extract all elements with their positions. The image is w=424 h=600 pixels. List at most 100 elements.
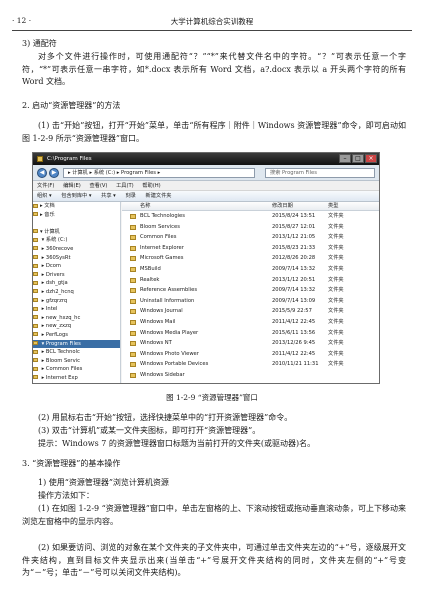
folder-icon: [130, 214, 136, 219]
folder-icon: [33, 280, 38, 285]
maximize-button[interactable]: □: [352, 154, 364, 163]
book-title: 大学计算机综合实训教程: [170, 17, 254, 26]
window-title: C:\Program Files: [47, 156, 92, 162]
wildcard-paragraph: 对多个文件进行操作时，可使用通配符“？”“*”来代替文件名中的字符。“？”可表示…: [22, 52, 406, 87]
include-in-library-button[interactable]: 包含到库中 ▾: [61, 193, 91, 199]
address-row: ◀ ▶ ▸ 计算机 ▸ 系统 (C:) ▸ Program Files ▸ 搜索…: [33, 165, 379, 181]
folder-icon: [33, 203, 38, 208]
after-note: 提示：Windows 7 的资源管理器窗口标题为当前打开的文件夹(或驱动器)名。: [38, 439, 316, 448]
nav-item[interactable]: ▸ Internet Exp: [33, 374, 120, 383]
file-row[interactable]: Windows Journal 2015/5/9 22:57 文件夹: [122, 306, 379, 317]
folder-icon: [130, 362, 136, 368]
nav-item-drive-c[interactable]: ▾ 系统 (C:): [33, 236, 120, 245]
nav-item[interactable]: ▸ 360recove: [33, 245, 120, 254]
file-row[interactable]: Reference Assemblies 2009/7/14 13:32 文件夹: [122, 285, 379, 296]
file-row[interactable]: Common Files 2013/1/12 21:05 文件夹: [122, 232, 379, 243]
nav-item-computer[interactable]: ▾ 计算机: [33, 228, 120, 237]
nav-item[interactable]: ▸ Common Files: [33, 365, 120, 374]
nav-item[interactable]: ▸ Drivers: [33, 271, 120, 280]
column-type[interactable]: 类型: [328, 202, 338, 211]
file-row[interactable]: MSBuild 2009/7/14 13:32 文件夹: [122, 264, 379, 275]
wildcard-heading: 3) 通配符: [22, 39, 57, 48]
address-bar[interactable]: ▸ 计算机 ▸ 系统 (C:) ▸ Program Files ▸: [63, 168, 255, 178]
nav-item[interactable]: ▸ dzh2_hcnq: [33, 288, 120, 297]
file-row[interactable]: Windows Photo Viewer 2011/4/12 22:45 文件夹: [122, 349, 379, 360]
folder-icon: [33, 341, 38, 345]
file-row[interactable]: Windows Sidebar: [122, 370, 379, 381]
menu-tools[interactable]: 工具(T): [116, 183, 134, 189]
nav-item[interactable]: ▸ Dcom: [33, 262, 120, 271]
folder-icon: [130, 245, 136, 251]
nav-item[interactable]: ▸ Bloom Servic: [33, 357, 120, 366]
file-list: 名称 修改日期 类型 BCL Technologies 2015/8/24 13:…: [122, 202, 379, 383]
share-button[interactable]: 共享 ▾: [101, 193, 116, 199]
nav-item[interactable]: ▸ new_zxzq: [33, 322, 120, 331]
after-step3: (3) 双击“计算机”或某一文件夹图标，即可打开“资源管理器”。: [38, 426, 261, 435]
file-row[interactable]: Windows Media Player 2015/6/11 13:56 文件夹: [122, 328, 379, 339]
forward-arrow-icon[interactable]: ▶: [49, 168, 59, 178]
folder-icon: [130, 341, 136, 347]
folder-icon: [37, 156, 43, 162]
minimize-button[interactable]: –: [339, 154, 351, 163]
menu-edit[interactable]: 编辑(E): [63, 183, 81, 189]
file-row[interactable]: Windows Mail 2011/4/12 22:45 文件夹: [122, 317, 379, 328]
back-arrow-icon[interactable]: ◀: [37, 168, 47, 178]
drive-icon: [33, 237, 38, 242]
folder-icon: [33, 298, 38, 303]
nav-item[interactable]: ▸ Intel: [33, 305, 120, 314]
explorer-screenshot: C:\Program Files – □ × ◀ ▶ ▸ 计算机 ▸ 系统 (C…: [32, 152, 380, 384]
column-name[interactable]: 名称: [140, 202, 150, 211]
file-row[interactable]: Windows Portable Devices 2010/11/21 11:31…: [122, 359, 379, 370]
folder-icon: [33, 246, 38, 251]
section3b-p2: (2) 如果要访问、浏览的对象在某个文件夹的子文件夹中，可通过单击文件夹左边的“…: [22, 543, 406, 578]
folder-icon: [33, 375, 38, 380]
folder-icon: [130, 288, 136, 294]
folder-icon: [130, 309, 136, 315]
file-row[interactable]: BCL Technologies 2015/8/24 13:51 文件夹: [122, 211, 379, 222]
new-folder-button[interactable]: 新建文件夹: [146, 193, 172, 199]
nav-item-program-files[interactable]: ▾ Program Files: [33, 339, 120, 349]
nav-item[interactable]: ▸ 音乐: [33, 211, 120, 220]
organize-button[interactable]: 组织 ▾: [37, 193, 52, 199]
folder-icon: [130, 351, 136, 357]
folder-icon: [33, 332, 38, 337]
folder-icon: [33, 289, 38, 294]
burn-button[interactable]: 刻录: [125, 193, 135, 199]
section3b-steps-label: 操作方法如下：: [38, 491, 94, 500]
nav-item[interactable]: ▸ BCL Technolc: [33, 348, 120, 357]
section2-step1: (1) 击“开始”按钮，打开“开始”菜单，单击“所有程序｜附件｜Windows …: [22, 121, 406, 143]
nav-item[interactable]: ▸ PerfLogs: [33, 331, 120, 340]
column-date-modified[interactable]: 修改日期: [272, 202, 293, 211]
menu-help[interactable]: 帮助(H): [142, 183, 160, 189]
section3b-heading: 3. “资源管理器”的基本操作: [22, 459, 121, 468]
folder-icon: [130, 372, 136, 378]
computer-icon: [33, 229, 38, 234]
file-row[interactable]: Bloom Services 2015/8/27 12:01 文件夹: [122, 222, 379, 233]
file-row[interactable]: Realtek 2013/1/12 20:51 文件夹: [122, 275, 379, 286]
search-input[interactable]: 搜索 Program Files: [265, 168, 375, 178]
file-row[interactable]: Internet Explorer 2015/8/23 21:33 文件夹: [122, 243, 379, 254]
nav-item[interactable]: ▸ dsh_gtja: [33, 279, 120, 288]
close-button[interactable]: ×: [365, 154, 377, 163]
nav-item[interactable]: ▸ 文档: [33, 202, 120, 211]
figure-caption: 图 1-2-9 “资源管理器”窗口: [166, 393, 258, 402]
menu-file[interactable]: 文件(F): [37, 183, 54, 189]
after-step2: (2) 用鼠标右击“开始”按钮，选择快捷菜单中的“打开资源管理器”命令。: [38, 413, 293, 422]
command-bar: 组织 ▾ 包含到库中 ▾ 共享 ▾ 刻录 新建文件夹: [33, 191, 379, 202]
folder-icon: [130, 330, 136, 336]
file-row[interactable]: Uninstall Information 2009/7/14 13:09 文件夹: [122, 296, 379, 307]
folder-icon: [130, 224, 136, 230]
nav-item[interactable]: ▸ 360SysRt: [33, 254, 120, 263]
folder-icon: [33, 306, 38, 311]
file-row[interactable]: Windows NT 2013/12/26 9:45 文件夹: [122, 338, 379, 349]
nav-item[interactable]: ▸ new_hxzq_hc: [33, 314, 120, 323]
file-row[interactable]: Microsoft Games 2012/8/26 20:28 文件夹: [122, 253, 379, 264]
folder-icon: [33, 263, 38, 268]
folder-icon: [130, 277, 136, 283]
folder-icon: [33, 323, 38, 328]
menu-view[interactable]: 查看(V): [89, 183, 107, 189]
nav-item[interactable]: ▸ gfzqrzrq: [33, 297, 120, 306]
section3b-p1: (1) 在如图 1-2-9 “资源管理器”窗口中，单击左窗格的上、下滚动按钮或拖…: [22, 504, 406, 526]
folder-icon: [130, 266, 136, 272]
